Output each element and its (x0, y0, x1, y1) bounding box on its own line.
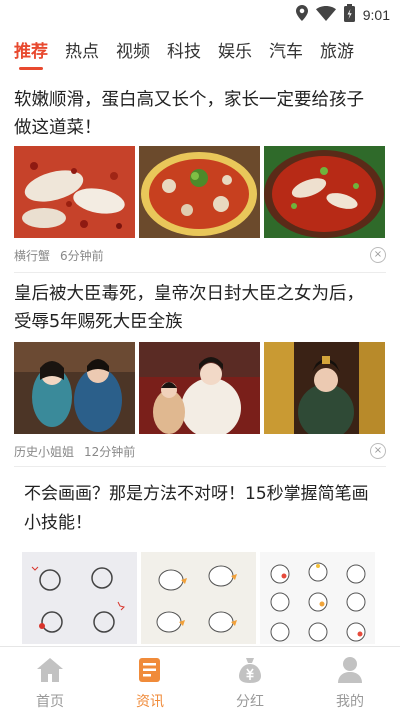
nav-me[interactable]: 我的 (300, 647, 400, 712)
article-source: 历史小姐姐 (14, 445, 75, 459)
article-thumbnails (14, 146, 385, 238)
status-bar: 9:01 (0, 0, 400, 30)
close-icon[interactable]: × (370, 443, 386, 459)
article-meta: 历史小姐姐 12分钟前 (14, 443, 135, 460)
article-source: 横行蟹 (14, 249, 51, 263)
article-card[interactable]: 软嫩顺滑，蛋白高又长个，家长一定要给孩子做这道菜！ 横行蟹 6分钟前 × (0, 86, 400, 273)
nav-home[interactable]: 首页 (0, 647, 100, 712)
category-tabs: 推荐 热点 视频 科技 娱乐 汽车 旅游 (0, 36, 400, 72)
article-time: 6分钟前 (60, 249, 104, 263)
article-thumbnail[interactable] (141, 552, 256, 644)
user-icon (335, 656, 365, 684)
tab-tech[interactable]: 科技 (167, 36, 201, 72)
article-title[interactable]: 软嫩顺滑，蛋白高又长个，家长一定要给孩子做这道菜！ (0, 86, 380, 142)
bottom-navigation: 首页 资讯 分红 我的 (0, 646, 400, 712)
tab-video[interactable]: 视频 (116, 36, 150, 72)
money-bag-icon (235, 656, 265, 684)
article-thumbnail[interactable] (14, 146, 135, 238)
article-thumbnail[interactable] (264, 342, 385, 434)
article-thumbnail[interactable] (14, 342, 135, 434)
nav-label: 首页 (36, 694, 64, 710)
article-thumbnail[interactable] (139, 342, 260, 434)
article-thumbnail[interactable] (264, 146, 385, 238)
article-meta: 横行蟹 6分钟前 (14, 247, 104, 264)
divider (14, 466, 386, 467)
article-thumbnail[interactable] (139, 146, 260, 238)
nav-label: 分红 (236, 694, 264, 710)
tab-auto[interactable]: 汽车 (269, 36, 303, 72)
tab-travel[interactable]: 旅游 (320, 36, 354, 72)
article-thumbnail[interactable] (22, 552, 137, 644)
news-feed: 软嫩顺滑，蛋白高又长个，家长一定要给孩子做这道菜！ 横行蟹 6分钟前 × 皇后被… (0, 80, 400, 646)
nav-bonus[interactable]: 分红 (200, 647, 300, 712)
battery-icon (343, 4, 355, 26)
nav-news[interactable]: 资讯 (100, 647, 200, 712)
tab-entertainment[interactable]: 娱乐 (218, 36, 252, 72)
article-card[interactable]: 不会画画？那是方法不对呀！15秒掌握简笔画小技能！ (0, 480, 400, 644)
article-title[interactable]: 皇后被大臣毒死，皇帝次日封大臣之女为后，受辱5年赐死大臣全族 (0, 280, 380, 336)
tab-recommend[interactable]: 推荐 (14, 36, 48, 72)
article-title[interactable]: 不会画画？那是方法不对呀！15秒掌握简笔画小技能！ (0, 480, 400, 538)
article-card[interactable]: 皇后被大臣毒死，皇帝次日封大臣之女为后，受辱5年赐死大臣全族 历史小姐姐 12分… (0, 280, 400, 467)
location-icon (295, 5, 308, 25)
status-icons: 9:01 (295, 4, 390, 26)
home-icon (35, 656, 65, 684)
wifi-icon (315, 5, 336, 25)
nav-label: 资讯 (136, 694, 164, 710)
divider (14, 272, 386, 273)
article-thumbnails (22, 552, 375, 644)
article-time: 12分钟前 (84, 445, 136, 459)
news-icon (135, 656, 165, 684)
status-time: 9:01 (362, 7, 390, 23)
article-thumbnails (14, 342, 385, 434)
article-thumbnail[interactable] (260, 552, 375, 644)
nav-label: 我的 (336, 694, 364, 710)
tab-hot[interactable]: 热点 (65, 36, 99, 72)
close-icon[interactable]: × (370, 247, 386, 263)
